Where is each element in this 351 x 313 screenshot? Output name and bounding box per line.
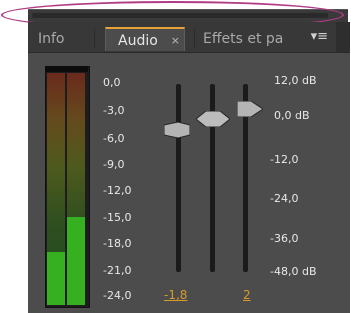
fader-scale-label: -12,0 [270,153,299,166]
meter-right-fill [67,216,85,305]
right-gain-value[interactable]: 2 [243,288,251,302]
audio-panel-screenshot: Info Audio × Effets et pa ▾≡ 0,0 -3,0 -6… [0,0,351,313]
tab-audio-label: Audio [118,33,158,49]
fader-handle-left[interactable] [164,122,190,138]
left-gain-value[interactable]: -1,8 [164,288,187,302]
meter-scale-label: 0,0 [103,76,121,89]
meter-scale-label: -9,0 [103,158,125,171]
tab-effets[interactable]: Effets et pa [203,27,323,51]
fader-scale-label: -48,0 dB [270,265,317,278]
close-icon[interactable]: × [171,29,180,53]
meter-scale-label: -12,0 [103,184,132,197]
fader-scale-label: -24,0 [270,192,299,205]
meter-scale-label: -18,0 [103,237,132,250]
fader-scale-label: -36,0 [270,232,299,245]
meter-scale-label: -3,0 [103,104,125,117]
meter-left-channel [47,73,65,305]
fader-scale-label: 0,0 dB [274,109,310,122]
meter-left-fill [47,251,65,305]
panel-edge [336,22,350,52]
tab-divider [94,29,95,49]
panel-menu-icon[interactable]: ▾≡ [311,29,328,44]
tab-bar: Info Audio × Effets et pa ▾≡ [28,22,350,53]
meter-peak-indicator [45,66,88,72]
tab-info[interactable]: Info [38,27,65,51]
meter-right-channel [67,73,85,305]
fader-scale-label: 12,0 dB [274,74,317,87]
meter-scale-label: -15,0 [103,211,132,224]
audio-mixer-panel: Info Audio × Effets et pa ▾≡ 0,0 -3,0 -6… [28,22,350,313]
tab-divider [194,29,195,49]
tab-audio[interactable]: Audio × [105,27,185,51]
meter-scale-label: -24,0 [103,289,132,302]
meter-scale-label: -21,0 [103,264,132,277]
fader-handle-right[interactable] [237,101,263,117]
fader-track-left [176,84,181,272]
meter-scale-label: -6,0 [103,132,125,145]
fader-handle-master[interactable] [196,111,230,127]
